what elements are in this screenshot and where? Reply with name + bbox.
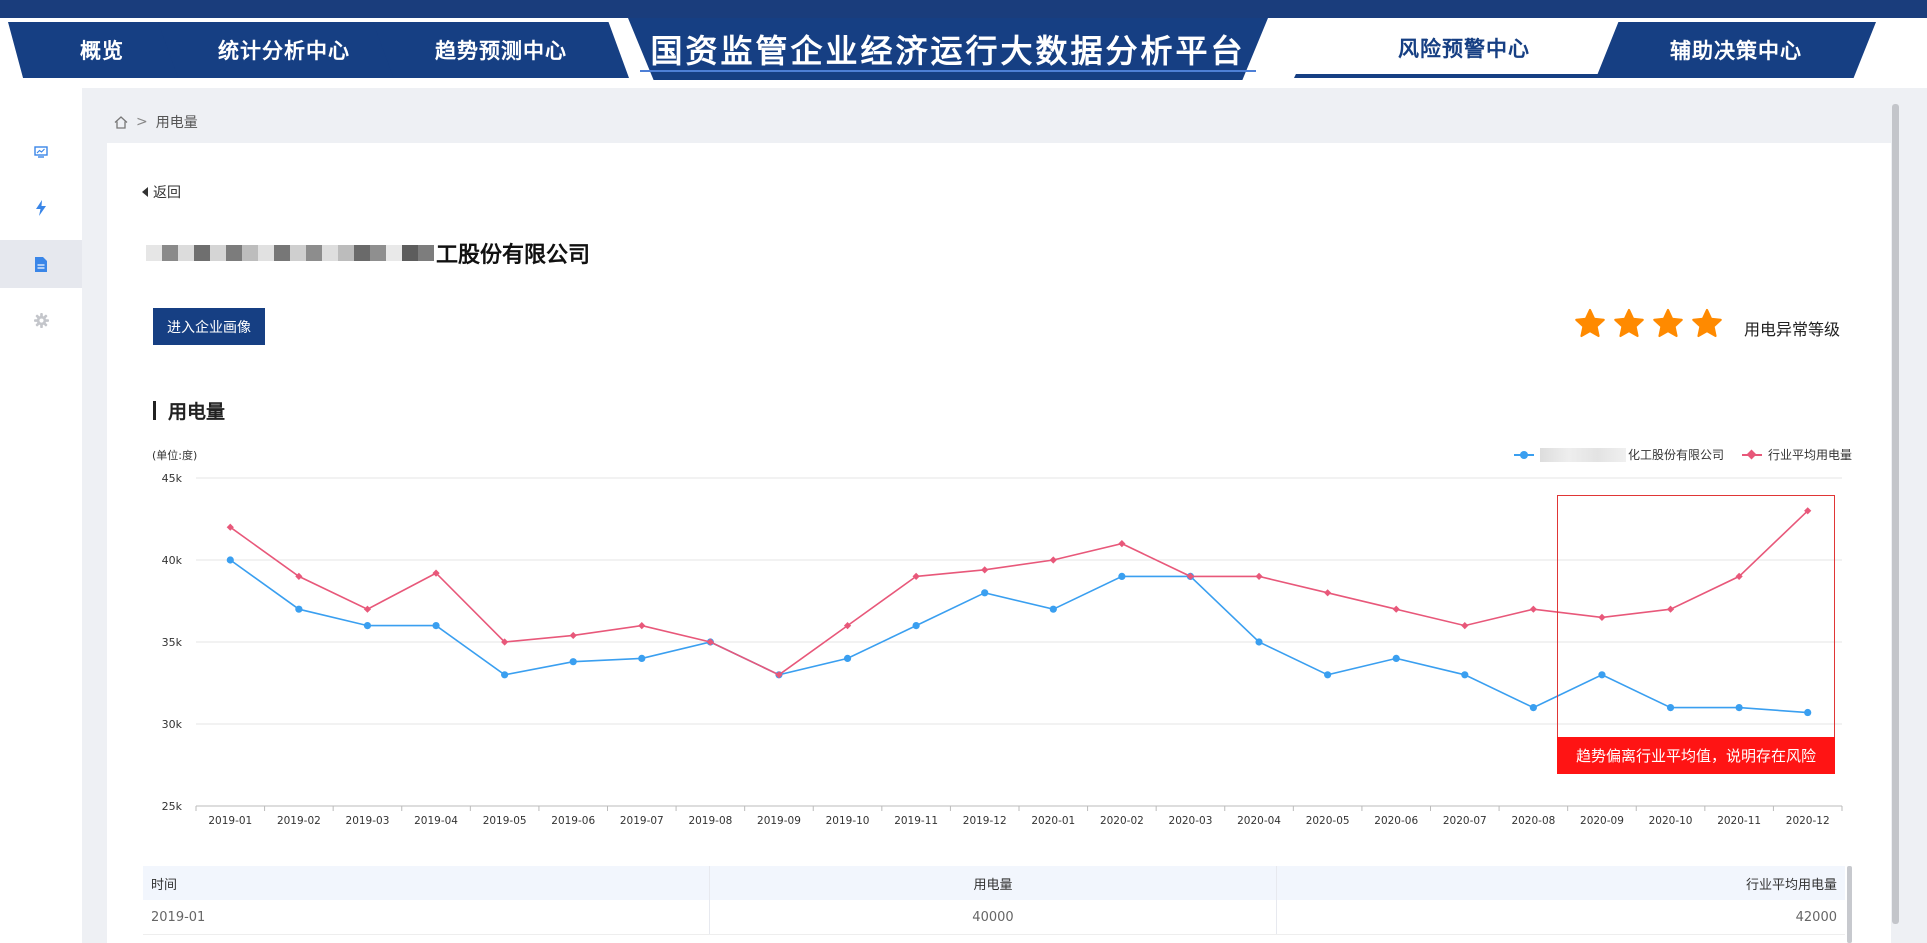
chart-legend: 化工股份有限公司 行业平均用电量 [1514, 446, 1870, 463]
legend-line-industry [1742, 449, 1763, 459]
y-tick-label: 35k [162, 636, 183, 649]
y-tick-label: 25k [162, 800, 183, 813]
x-tick-label: 2020-02 [1100, 815, 1144, 827]
data-point-company [569, 658, 577, 666]
x-tick-label: 2020-12 [1786, 815, 1830, 827]
data-point-company [1255, 638, 1263, 646]
x-tick-label: 2019-04 [414, 815, 458, 827]
legend-item-company[interactable]: 化工股份有限公司 [1514, 446, 1724, 463]
x-tick-label: 2019-11 [894, 815, 938, 827]
x-tick-label: 2020-01 [1031, 815, 1075, 827]
data-point-company [1118, 572, 1126, 581]
redacted-mosaic [1540, 447, 1626, 462]
data-point-industry [363, 605, 372, 613]
x-tick-label: 2020-11 [1717, 815, 1761, 827]
x-tick-label: 2019-07 [620, 815, 664, 827]
x-tick-label: 2019-03 [346, 815, 390, 827]
data-point-company [501, 671, 509, 679]
x-tick-label: 2019-06 [551, 815, 595, 827]
table-scrollbar[interactable] [1847, 866, 1852, 943]
legend-line-company [1514, 450, 1534, 459]
data-point-company [363, 622, 372, 630]
y-tick-label: 45k [162, 472, 183, 485]
data-point-industry [1461, 622, 1469, 630]
data-point-industry [1118, 540, 1126, 548]
x-tick-label: 2020-09 [1580, 815, 1624, 827]
data-point-company [432, 622, 440, 630]
risk-highlight-box [1557, 495, 1835, 773]
risk-annotation-text: 趋势偏离行业平均值，说明存在风险 [1575, 747, 1816, 765]
x-tick-label: 2020-10 [1649, 815, 1693, 827]
data-point-industry [1529, 605, 1537, 613]
x-tick-label: 2020-05 [1306, 815, 1350, 827]
x-tick-label: 2020-08 [1511, 815, 1555, 827]
y-tick-label: 40k [162, 554, 183, 567]
legend-label-company: 化工股份有限公司 [1628, 448, 1725, 462]
data-point-company [295, 605, 303, 613]
table-header-consumption[interactable]: 用电量 [709, 866, 1277, 900]
table-cell-consumption: 40000 [709, 900, 1277, 935]
table-header-time[interactable]: 时间 [143, 866, 710, 900]
y-tick-label: 30k [162, 718, 183, 731]
y-axis-unit: (单位:度) [152, 448, 197, 462]
data-point-industry [569, 631, 577, 640]
data-point-company [226, 556, 234, 564]
table-cell-industry-average: 42000 [1276, 900, 1845, 935]
data-point-company [1392, 654, 1400, 663]
x-tick-label: 2020-07 [1443, 815, 1487, 827]
data-point-company [1324, 671, 1332, 679]
data-point-industry [638, 622, 646, 630]
x-tick-label: 2019-05 [483, 815, 527, 827]
risk-annotation: 趋势偏离行业平均值，说明存在风险 [1557, 737, 1835, 774]
table-header-industry-average[interactable]: 行业平均用电量 [1276, 866, 1845, 900]
data-point-company [638, 654, 646, 663]
legend-item-industry[interactable]: 行业平均用电量 [1742, 446, 1852, 463]
x-tick-label: 2019-01 [208, 815, 252, 827]
data-point-industry [1255, 572, 1263, 580]
x-tick-label: 2019-12 [963, 815, 1007, 827]
x-tick-label: 2020-06 [1374, 815, 1418, 827]
data-point-company [981, 589, 989, 597]
x-tick-label: 2019-09 [757, 815, 801, 827]
legend-label-industry: 行业平均用电量 [1768, 448, 1853, 462]
table-cell-time: 2019-01 [143, 900, 710, 935]
data-table: 时间 用电量 行业平均用电量 2019-01 40000 42000 [143, 866, 1845, 935]
x-tick-label: 2020-04 [1237, 815, 1281, 827]
table-row: 2019-01 40000 42000 [143, 900, 1845, 935]
table-header-row: 时间 用电量 行业平均用电量 [143, 866, 1845, 900]
data-point-company [1049, 605, 1057, 613]
data-point-industry [1324, 589, 1332, 597]
data-point-company [1529, 704, 1537, 712]
x-tick-label: 2019-08 [688, 815, 732, 827]
power-consumption-chart: (单位:度) 25k 30k 35k 40k 45k 2019-01 2019-02 2019-… [152, 448, 1843, 827]
data-point-industry [981, 566, 989, 574]
x-tick-label: 2019-02 [277, 815, 321, 827]
data-point-industry [1392, 605, 1400, 613]
x-tick-label: 2020-03 [1169, 815, 1213, 827]
data-point-company [912, 622, 920, 630]
data-point-company [1461, 671, 1469, 679]
data-point-company [843, 654, 852, 663]
x-tick-label: 2019-10 [826, 815, 870, 827]
page-scrollbar[interactable] [1892, 104, 1899, 924]
data-point-industry [1049, 556, 1057, 564]
